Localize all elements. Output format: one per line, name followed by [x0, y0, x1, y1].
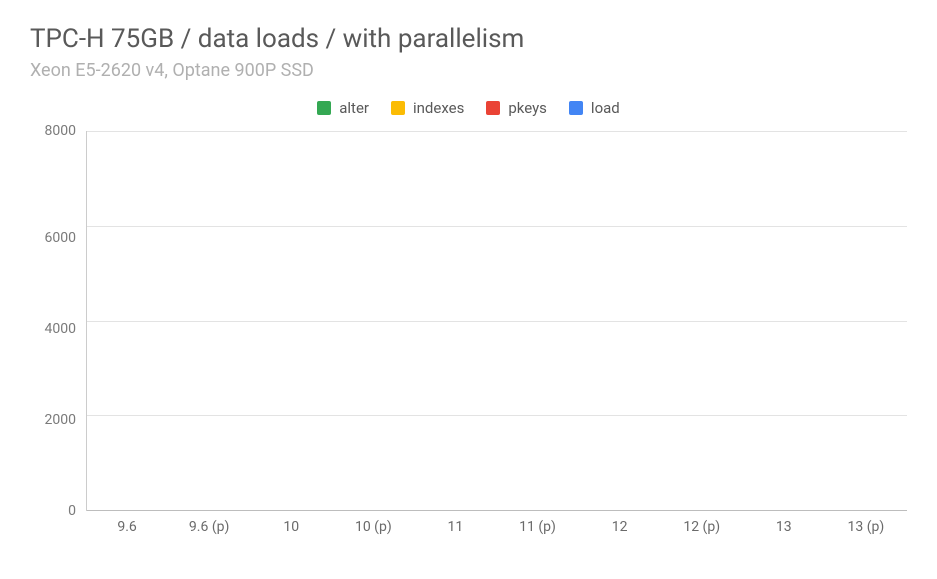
x-tick: 9.6: [86, 519, 168, 535]
bars-container: [87, 131, 907, 511]
chart-area: 8000 6000 4000 2000 0: [30, 131, 907, 511]
legend-item-pkeys: pkeys: [486, 99, 547, 117]
bar-column: [335, 131, 416, 511]
y-axis: 8000 6000 4000 2000 0: [30, 131, 86, 511]
x-tick: 11: [414, 519, 496, 535]
x-axis: 9.69.6 (p)1010 (p)1111 (p)1212 (p)1313 (…: [86, 519, 907, 535]
bar-column: [739, 131, 820, 511]
bar-column: [659, 131, 740, 511]
bar-column: [93, 131, 174, 511]
x-tick: 10 (p): [332, 519, 414, 535]
x-tick: 11 (p): [496, 519, 578, 535]
chart-title: TPC-H 75GB / data loads / with paralleli…: [30, 24, 907, 54]
chart-subtitle: Xeon E5-2620 v4, Optane 900P SSD: [30, 60, 907, 81]
bar-column: [416, 131, 497, 511]
y-tick: 8000: [45, 123, 76, 139]
x-tick: 13: [743, 519, 825, 535]
swatch-icon: [317, 101, 331, 115]
x-tick: 10: [250, 519, 332, 535]
legend-label: indexes: [413, 99, 464, 117]
y-tick: 2000: [45, 412, 76, 428]
legend-label: pkeys: [508, 99, 547, 117]
y-tick: 6000: [45, 230, 76, 246]
legend-label: alter: [339, 99, 369, 117]
plot-area: [86, 131, 907, 511]
legend-item-load: load: [569, 99, 620, 117]
x-tick: 13 (p): [825, 519, 907, 535]
legend-label: load: [591, 99, 620, 117]
x-tick: 12 (p): [661, 519, 743, 535]
bar-column: [497, 131, 578, 511]
x-tick: 9.6 (p): [168, 519, 250, 535]
y-tick: 4000: [45, 321, 76, 337]
swatch-icon: [569, 101, 583, 115]
legend-item-indexes: indexes: [391, 99, 464, 117]
bar-column: [578, 131, 659, 511]
y-tick: 0: [68, 503, 76, 519]
bar-column: [820, 131, 901, 511]
legend-item-alter: alter: [317, 99, 369, 117]
x-tick: 12: [579, 519, 661, 535]
legend: alter indexes pkeys load: [30, 99, 907, 117]
swatch-icon: [391, 101, 405, 115]
bar-column: [255, 131, 336, 511]
bar-column: [174, 131, 255, 511]
swatch-icon: [486, 101, 500, 115]
